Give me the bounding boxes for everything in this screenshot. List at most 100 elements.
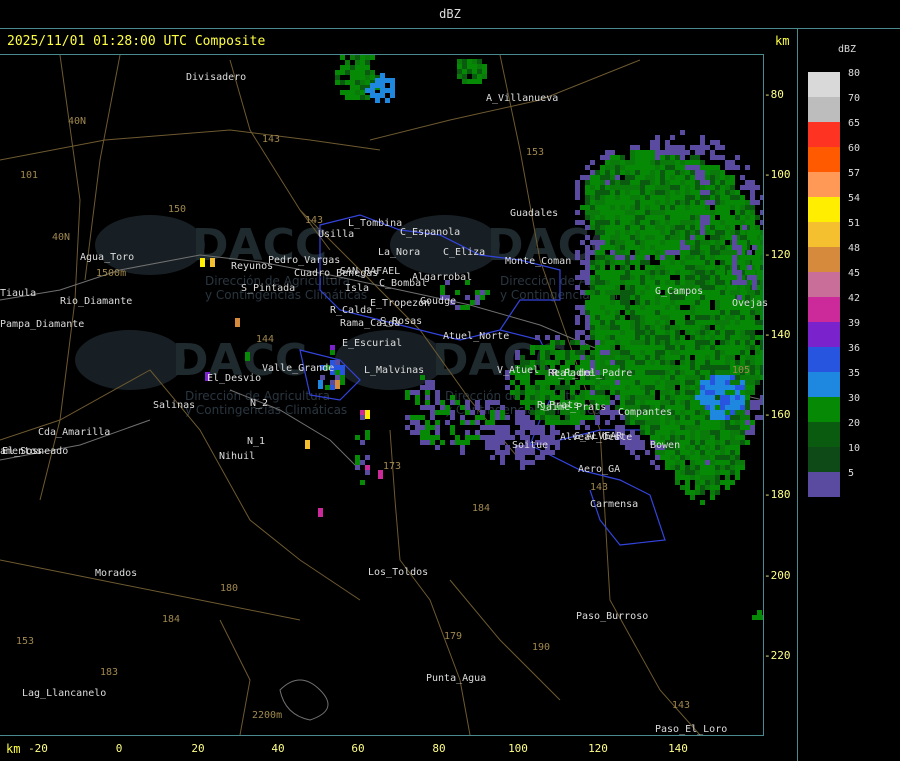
radar-echo-cell	[720, 215, 725, 220]
radar-echo-cell	[695, 490, 700, 495]
radar-echo-cell	[620, 395, 625, 400]
radar-echo-cell	[665, 455, 670, 460]
radar-echo-cell	[650, 165, 655, 170]
radar-echo-cell	[600, 170, 605, 175]
radar-echo-cell	[710, 335, 715, 340]
radar-echo-cell	[640, 180, 645, 185]
radar-echo-cell	[670, 215, 675, 220]
radar-echo-cell	[730, 440, 735, 445]
radar-echo-cell	[745, 390, 750, 395]
radar-echo-cell	[770, 225, 775, 230]
radar-echo-cell	[655, 215, 660, 220]
radar-echo-cell	[545, 385, 550, 390]
radar-echo-cell	[725, 320, 730, 325]
radar-echo-cell	[695, 180, 700, 185]
radar-echo-cell	[680, 235, 685, 240]
radar-echo-cell	[710, 385, 715, 390]
radar-echo-cell	[690, 340, 695, 345]
radar-echo-cell	[705, 250, 710, 255]
radar-echo-cell	[710, 395, 715, 400]
radar-echo-cell	[650, 320, 655, 325]
radar-echo-cell	[610, 340, 615, 345]
radar-echo-cell	[715, 225, 720, 230]
radar-echo-cell	[705, 480, 710, 485]
radar-echo-cell	[505, 435, 510, 440]
radar-echo-cell	[715, 245, 720, 250]
radar-echo-cell	[695, 195, 700, 200]
radar-echo-cell	[720, 230, 725, 235]
radar-echo-cell	[730, 340, 735, 345]
radar-echo-cell	[705, 165, 710, 170]
radar-echo-cell	[760, 285, 763, 290]
radar-echo-cell	[445, 420, 450, 425]
radar-echo-cell	[650, 270, 655, 275]
radar-echo-cell	[610, 295, 615, 300]
radar-echo-cell	[680, 450, 685, 455]
radar-echo-cell	[640, 365, 645, 370]
radar-echo-cell	[695, 210, 700, 215]
radar-echo-cell	[635, 420, 640, 425]
radar-echo-cell	[685, 205, 690, 210]
radar-echo-cell	[755, 230, 760, 235]
radar-echo-cell	[630, 270, 635, 275]
radar-echo-cell	[725, 315, 730, 320]
radar-echo-cell	[585, 310, 590, 315]
legend-value: 39	[848, 318, 861, 329]
radar-echo-cell	[730, 180, 735, 185]
radar-echo-cell	[650, 205, 655, 210]
radar-echo-cell	[318, 380, 323, 389]
radar-echo-cell	[660, 265, 665, 270]
radar-echo-cell	[610, 410, 615, 415]
radar-echo-cell	[735, 460, 740, 465]
radar-echo-cell	[670, 265, 675, 270]
radar-echo-cell	[755, 185, 760, 190]
radar-echo-cell	[675, 260, 680, 265]
radar-echo-cell	[635, 250, 640, 255]
radar-echo-cell	[715, 490, 720, 495]
radar-echo-cell	[760, 345, 763, 350]
radar-echo-cell	[745, 200, 750, 205]
radar-echo-cell	[685, 150, 690, 155]
radar-echo-cell	[465, 430, 470, 435]
radar-echo-cell	[465, 305, 470, 310]
radar-echo-cell	[745, 165, 750, 170]
radar-echo-cell	[740, 405, 745, 410]
radar-echo-cell	[635, 240, 640, 245]
radar-echo-cell	[710, 240, 715, 245]
radar-echo-cell	[600, 220, 605, 225]
radar-echo-cell	[765, 285, 770, 290]
radar-echo-cell	[735, 190, 740, 195]
radar-echo-cell	[695, 235, 700, 240]
radar-echo-cell	[670, 305, 675, 310]
radar-echo-cell	[750, 380, 755, 385]
radar-echo-cell	[600, 200, 605, 205]
radar-echo-cell	[680, 310, 685, 315]
radar-echo-cell	[635, 345, 640, 350]
radar-echo-cell	[680, 335, 685, 340]
radar-echo-cell	[610, 330, 615, 335]
radar-echo-cell	[747, 255, 752, 260]
radar-echo-cell	[750, 320, 755, 325]
radar-echo-cell	[615, 310, 620, 315]
road-number-label: 101	[20, 170, 39, 181]
radar-echo-cell	[605, 380, 610, 385]
radar-echo-cell	[605, 360, 610, 365]
radar-echo-cell	[420, 440, 425, 445]
radar-echo-cell	[650, 460, 655, 465]
radar-echo-cell	[740, 210, 745, 215]
radar-echo-cell	[580, 175, 585, 180]
radar-echo-cell	[450, 410, 455, 415]
radar-echo-cell	[615, 395, 620, 400]
radar-echo-cell	[720, 410, 725, 415]
watermark-logo	[390, 215, 500, 275]
radar-echo-cell	[680, 390, 685, 395]
radar-echo-cell	[780, 265, 785, 270]
radar-echo-cell	[550, 360, 555, 365]
radar-echo-cell	[710, 155, 715, 160]
radar-echo-cell	[477, 64, 482, 69]
place-label: R_Padre	[552, 368, 595, 379]
radar-echo-cell	[585, 190, 590, 195]
radar-echo-cell	[695, 280, 700, 285]
radar-echo-cell	[737, 275, 742, 280]
radar-echo-cell	[580, 360, 585, 365]
